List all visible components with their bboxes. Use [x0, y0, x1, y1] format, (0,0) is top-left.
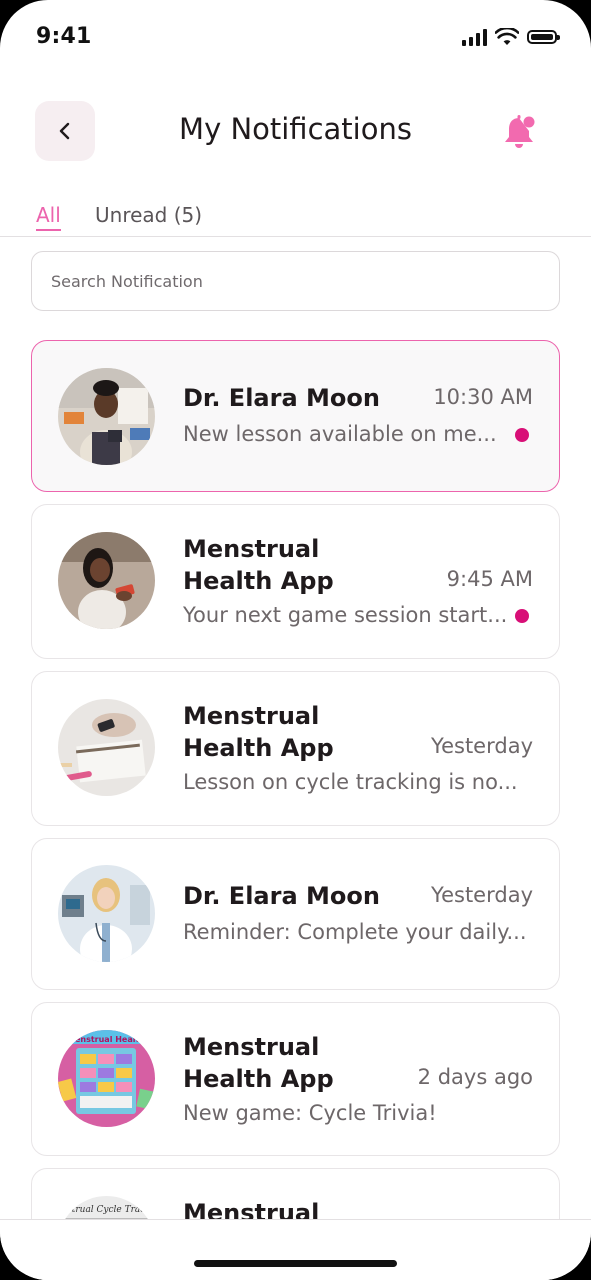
game-board-photo-icon: Menstrual Health: [58, 1030, 155, 1127]
sender-name: Menstrual Health App: [183, 702, 334, 762]
notification-message: New lesson available on me...: [183, 422, 497, 446]
notification-card[interactable]: Menstrual Health App 9:45 AM Your next g…: [31, 504, 560, 659]
battery-icon: [527, 30, 560, 44]
notification-time: 2 days ago: [417, 1065, 533, 1089]
avatar: [58, 865, 155, 962]
notification-time: 10:30 AM: [433, 385, 533, 409]
cycle-tracking-image-text: Menstrual Cycle Tracking: [58, 1205, 155, 1215]
unread-dot: [515, 428, 529, 442]
bottom-bar: [0, 1219, 591, 1280]
notification-message: Lesson on cycle tracking is no...: [183, 770, 518, 794]
notification-card[interactable]: Dr. Elara Moon Yesterday Reminder: Compl…: [31, 838, 560, 990]
unread-dot: [515, 609, 529, 623]
sender-name: Dr. Elara Moon: [183, 882, 380, 910]
tab-unread[interactable]: Unread (5): [95, 203, 202, 227]
status-icons: [462, 28, 560, 46]
cellular-signal-icon: [462, 28, 487, 46]
avatar: [58, 699, 155, 796]
notification-message: Your next game session start...: [183, 603, 508, 627]
phone-gaming-photo-icon: [58, 532, 155, 629]
doctor-photo-icon: [58, 865, 155, 962]
tab-all[interactable]: All: [36, 203, 61, 227]
sender-name: Menstrual Health App: [183, 1033, 334, 1093]
sender-name: Menstrual Health App: [183, 535, 334, 595]
notifications-screen: 9:41 My Notifications All Unread (5) Sea…: [0, 0, 591, 1280]
notification-bell-button[interactable]: [500, 112, 540, 152]
status-time: 9:41: [36, 24, 92, 49]
sender-name: Dr. Elara Moon: [183, 384, 380, 412]
notification-card[interactable]: Dr. Elara Moon 10:30 AM New lesson avail…: [31, 340, 560, 492]
notification-time: Yesterday: [431, 883, 533, 907]
wifi-icon: [495, 28, 519, 45]
teacher-photo-icon: [58, 368, 155, 465]
search-box: [31, 251, 560, 311]
notification-card[interactable]: Menstrual Health App Yesterday Lesson on…: [31, 671, 560, 826]
notification-card[interactable]: Menstrual Health Menstrual Health App 2 …: [31, 1002, 560, 1156]
notification-time: Yesterday: [431, 734, 533, 758]
search-input[interactable]: [49, 270, 533, 292]
notification-message: New game: Cycle Trivia!: [183, 1101, 437, 1125]
notification-time: 9:45 AM: [446, 567, 533, 591]
tabs-divider: [0, 236, 591, 237]
notification-message: Reminder: Complete your daily...: [183, 920, 527, 944]
home-indicator[interactable]: [194, 1260, 397, 1267]
avatar: Menstrual Health: [58, 1030, 155, 1127]
avatar: [58, 532, 155, 629]
avatar: [58, 368, 155, 465]
game-board-title: Menstrual Health: [67, 1035, 145, 1044]
notebook-phone-photo-icon: [58, 699, 155, 796]
bell-icon: [505, 115, 535, 148]
active-tab-indicator: [36, 229, 61, 231]
